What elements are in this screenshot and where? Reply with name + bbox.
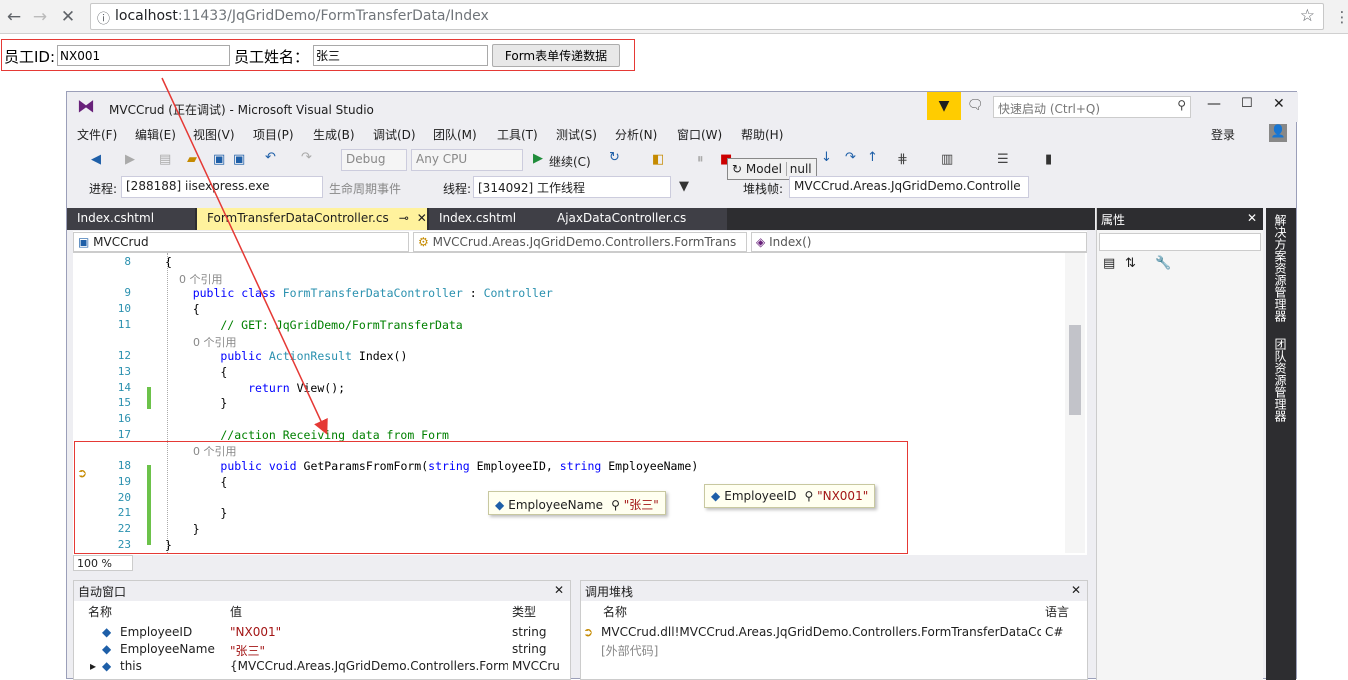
annotation-arrow [161,77,328,435]
